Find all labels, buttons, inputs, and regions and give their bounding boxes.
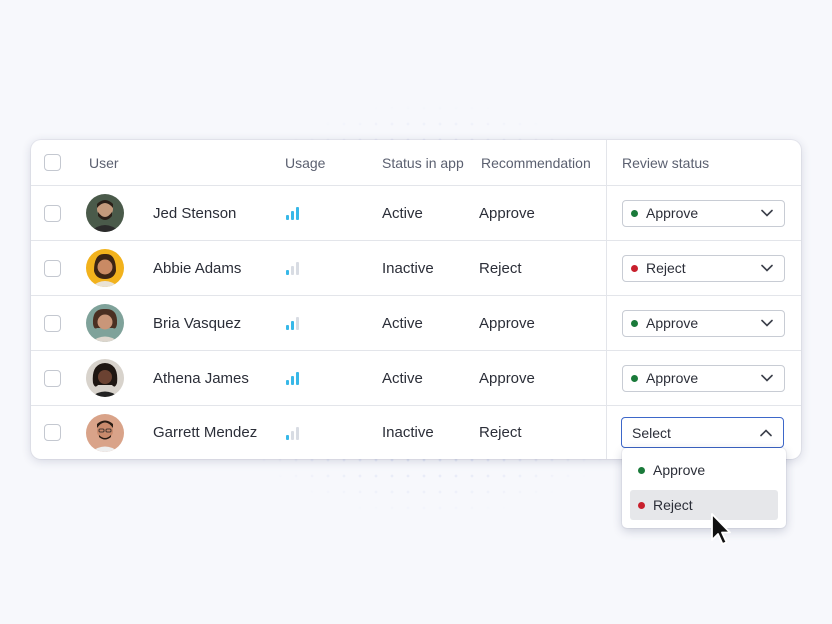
status-in-app: Inactive: [382, 259, 434, 277]
row-checkbox[interactable]: [44, 369, 61, 387]
chevron-down-icon: [761, 209, 773, 217]
review-status-value: Approve: [646, 315, 699, 331]
review-status-value: Approve: [646, 370, 699, 386]
recommendation: Reject: [479, 424, 522, 441]
avatar: [86, 249, 124, 287]
status-in-app: Inactive: [382, 424, 434, 441]
review-status-value: Reject: [646, 260, 686, 276]
user-name: Jed Stenson: [153, 204, 237, 222]
review-status-placeholder: Select: [632, 424, 671, 441]
approve-status-dot: [631, 319, 638, 327]
header-user[interactable]: User: [89, 140, 119, 185]
status-in-app: Active: [382, 369, 423, 387]
review-status-value: Approve: [646, 205, 699, 221]
approve-status-dot: [631, 209, 638, 217]
user-name: Bria Vasquez: [153, 314, 242, 332]
user-name: Abbie Adams: [153, 259, 242, 277]
signal-bars-icon: [286, 426, 299, 440]
header-usage[interactable]: Usage: [285, 140, 325, 185]
header-recommendation[interactable]: Recommendation: [481, 140, 591, 185]
status-in-app: Active: [382, 314, 423, 332]
dropdown-option-approve[interactable]: Approve: [630, 455, 778, 485]
avatar: [86, 304, 124, 342]
row-checkbox[interactable]: [44, 259, 61, 277]
review-status-select[interactable]: Reject: [622, 254, 785, 282]
review-status-select[interactable]: Approve: [622, 309, 785, 337]
mouse-pointer-icon: [711, 513, 731, 545]
table-row: Bria Vasquez Active Approve Approve: [31, 296, 801, 351]
chevron-down-icon: [761, 319, 773, 327]
avatar: [86, 413, 124, 452]
row-checkbox[interactable]: [44, 204, 61, 222]
review-status-select[interactable]: Approve: [622, 364, 785, 392]
header-review-status[interactable]: Review status: [622, 140, 709, 185]
user-name: Athena James: [153, 369, 249, 387]
option-label: Approve: [653, 462, 706, 478]
dropdown-option-reject[interactable]: Reject: [630, 490, 778, 520]
user-review-table: User Usage Status in app Recommendation …: [31, 140, 801, 459]
recommendation: Reject: [479, 259, 522, 277]
recommendation: Approve: [479, 369, 535, 387]
approve-status-dot: [638, 466, 645, 474]
reject-status-dot: [631, 264, 638, 272]
row-checkbox[interactable]: [44, 314, 61, 332]
signal-bars-icon: [286, 206, 299, 220]
signal-bars-icon: [286, 371, 299, 385]
avatar: [86, 359, 124, 397]
recommendation: Approve: [479, 314, 535, 332]
row-checkbox[interactable]: [44, 424, 61, 441]
chevron-down-icon: [761, 374, 773, 382]
select-all-checkbox[interactable]: [44, 154, 61, 171]
header-status[interactable]: Status in app: [382, 140, 464, 185]
review-status-select-open[interactable]: Select: [621, 417, 784, 448]
avatar: [86, 194, 124, 232]
chevron-up-icon: [760, 428, 772, 436]
approve-status-dot: [631, 374, 638, 382]
chevron-down-icon: [761, 264, 773, 272]
option-label: Reject: [653, 497, 693, 513]
table-row: Abbie Adams Inactive Reject Reject: [31, 241, 801, 296]
recommendation: Approve: [479, 204, 535, 222]
review-status-select[interactable]: Approve: [622, 199, 785, 227]
signal-bars-icon: [286, 261, 299, 275]
table-row: Jed Stenson Active Approve Approve: [31, 186, 801, 241]
table-row: Athena James Active Approve Approve: [31, 351, 801, 406]
table-header: User Usage Status in app Recommendation …: [31, 140, 801, 186]
review-status-dropdown-menu: Approve Reject: [622, 448, 786, 528]
signal-bars-icon: [286, 316, 299, 330]
user-name: Garrett Mendez: [153, 424, 258, 441]
reject-status-dot: [638, 501, 645, 509]
status-in-app: Active: [382, 204, 423, 222]
